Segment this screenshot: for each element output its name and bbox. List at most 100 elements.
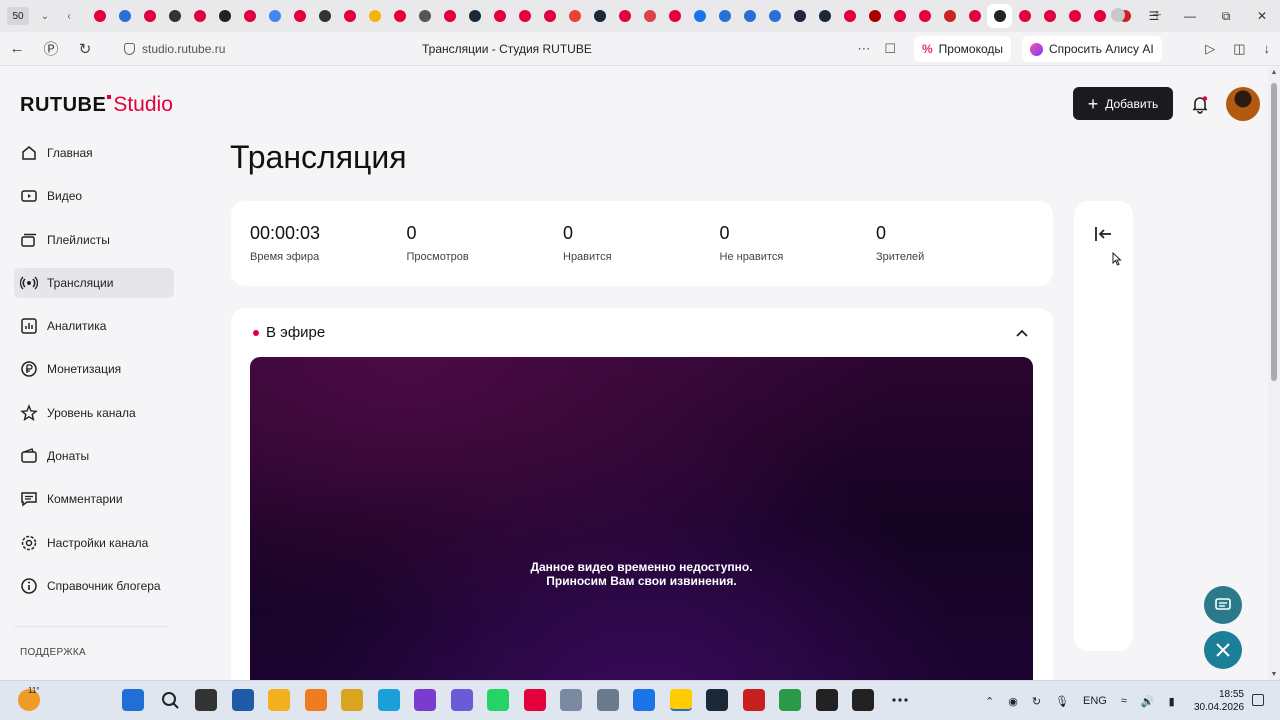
tray-sync-icon[interactable]: ↻ [1032, 695, 1041, 708]
browser-tab[interactable] [237, 4, 262, 28]
media-icon[interactable]: ▷ [1205, 41, 1215, 57]
browser-tab[interactable] [912, 4, 937, 28]
notifications-icon[interactable] [1252, 694, 1264, 706]
browser-tab[interactable] [262, 4, 287, 28]
browser-tab[interactable] [412, 4, 437, 28]
browser-tab[interactable] [562, 4, 587, 28]
store-icon[interactable] [231, 689, 254, 711]
scroll-down-icon[interactable]: ▼ [1268, 671, 1280, 678]
downloads-icon[interactable]: ↓ [1264, 41, 1271, 57]
browser-tab[interactable] [762, 4, 787, 28]
restore-icon[interactable]: ⧉ [1208, 9, 1244, 24]
app-icon[interactable] [742, 689, 765, 711]
browser-tab[interactable] [487, 4, 512, 28]
browser-tab[interactable] [837, 4, 862, 28]
extensions-icon[interactable]: ◫ [1233, 41, 1245, 57]
close-window-icon[interactable]: ✕ [1244, 9, 1280, 23]
notes-icon[interactable] [341, 689, 363, 711]
language-indicator[interactable]: ENG [1083, 695, 1107, 707]
browser-tab[interactable] [312, 4, 337, 28]
reload-icon[interactable]: ↻ [68, 40, 102, 58]
folder-icon[interactable] [268, 689, 290, 711]
steam-icon[interactable] [706, 689, 728, 711]
sidebar-item[interactable]: Настройки канала [14, 528, 174, 558]
browser-tab[interactable] [212, 4, 237, 28]
browser-tab[interactable] [737, 4, 762, 28]
battery-icon[interactable]: ▮ [1169, 695, 1175, 708]
browser-tab[interactable] [112, 4, 137, 28]
browser-tab[interactable] [1062, 4, 1087, 28]
tab-scroll-left-icon[interactable]: ‹ [61, 11, 77, 22]
browser-tab[interactable] [687, 4, 712, 28]
browser-tab[interactable] [537, 4, 562, 28]
rutube-studio-logo[interactable]: RUTUBE Studio [20, 93, 173, 117]
browser-tab[interactable] [587, 4, 612, 28]
browser-tab[interactable] [987, 4, 1012, 28]
wifi-icon[interactable]: ≈ [1121, 695, 1127, 707]
browser-tab[interactable] [887, 4, 912, 28]
app-icon[interactable] [560, 689, 582, 711]
url-box[interactable]: studio.rutube.ru Трансляции - Студия RUT… [116, 36, 906, 62]
browser-tab[interactable] [1012, 4, 1037, 28]
sidebar-item[interactable]: Видео [14, 181, 174, 211]
volume-icon[interactable]: 🔊 [1141, 695, 1155, 708]
browser-tab[interactable] [287, 4, 312, 28]
blender-icon[interactable] [304, 689, 327, 711]
browser-tab[interactable] [787, 4, 812, 28]
close-widget-button[interactable] [1204, 631, 1242, 669]
sidebar-item[interactable]: Плейлисты [14, 225, 174, 255]
browser-tab[interactable] [512, 4, 537, 28]
browser-tab[interactable] [1037, 4, 1062, 28]
yandex-browser-icon[interactable] [669, 689, 692, 711]
tray-app-icon[interactable]: ◉ [1008, 695, 1018, 708]
clapper-icon[interactable] [414, 689, 436, 711]
browser-tab[interactable] [862, 4, 887, 28]
browser-tab[interactable] [162, 4, 187, 28]
promo-button[interactable]: % Промокоды [914, 36, 1011, 62]
outlook-icon[interactable] [633, 689, 655, 711]
bell-icon[interactable] [1190, 94, 1210, 114]
taskbar-clock[interactable]: 18:55 30.04.2026 [1194, 688, 1244, 714]
app-icon[interactable] [779, 689, 801, 711]
browser-tab[interactable] [387, 4, 412, 28]
search-icon[interactable] [159, 689, 181, 711]
browser-tab[interactable] [662, 4, 687, 28]
url-text[interactable]: studio.rutube.ru [142, 42, 225, 56]
yandex-icon[interactable] [523, 689, 546, 711]
whatsapp-icon[interactable] [487, 689, 509, 711]
sidebar-item[interactable]: Донаты [14, 441, 174, 471]
tabs-dropdown-icon[interactable]: ⌄ [37, 11, 53, 22]
scrollbar-thumb[interactable] [1271, 83, 1277, 381]
browser-tab[interactable] [337, 4, 362, 28]
browser-tab[interactable] [962, 4, 987, 28]
chat-support-button[interactable] [1204, 586, 1242, 624]
tab-count-badge[interactable]: 50 [7, 7, 29, 25]
sidebar-item[interactable]: Главная [14, 138, 174, 168]
browser-tab[interactable] [637, 4, 662, 28]
sidebar-item[interactable]: Справочник блогера [14, 571, 174, 601]
terminal-icon[interactable] [815, 689, 838, 711]
more-apps-icon[interactable] [889, 689, 911, 711]
yandex-home-icon[interactable]: Ⓟ [34, 38, 68, 59]
ask-alice-button[interactable]: Спросить Алису AI [1022, 36, 1162, 62]
browser-tab[interactable] [812, 4, 837, 28]
settings-icon[interactable] [596, 689, 619, 711]
sidebar-item[interactable]: Уровень канала [14, 398, 174, 428]
profile-icon[interactable] [1100, 7, 1136, 25]
sidebar-item[interactable]: Трансляции [14, 267, 174, 298]
browser-tab[interactable] [937, 4, 962, 28]
more-icon[interactable]: ⋯ [857, 41, 870, 57]
scroll-up-icon[interactable]: ▲ [1268, 69, 1280, 76]
sidebar-item[interactable]: Монетизация [14, 354, 174, 384]
browser-tab[interactable] [137, 4, 162, 28]
add-button[interactable]: + Добавить [1073, 87, 1173, 120]
windows-start-icon[interactable] [122, 689, 144, 711]
browser-tab[interactable] [362, 4, 387, 28]
avatar[interactable] [1226, 87, 1260, 121]
microphone-icon[interactable]: 🎙 [1055, 695, 1069, 708]
video-player[interactable]: Данное видео временно недоступно. Принос… [250, 357, 1033, 680]
sidebar-item[interactable]: Аналитика [14, 311, 174, 341]
browser-tab[interactable] [187, 4, 212, 28]
collapse-panel-icon[interactable] [1092, 223, 1114, 245]
teams-icon[interactable] [450, 689, 473, 711]
